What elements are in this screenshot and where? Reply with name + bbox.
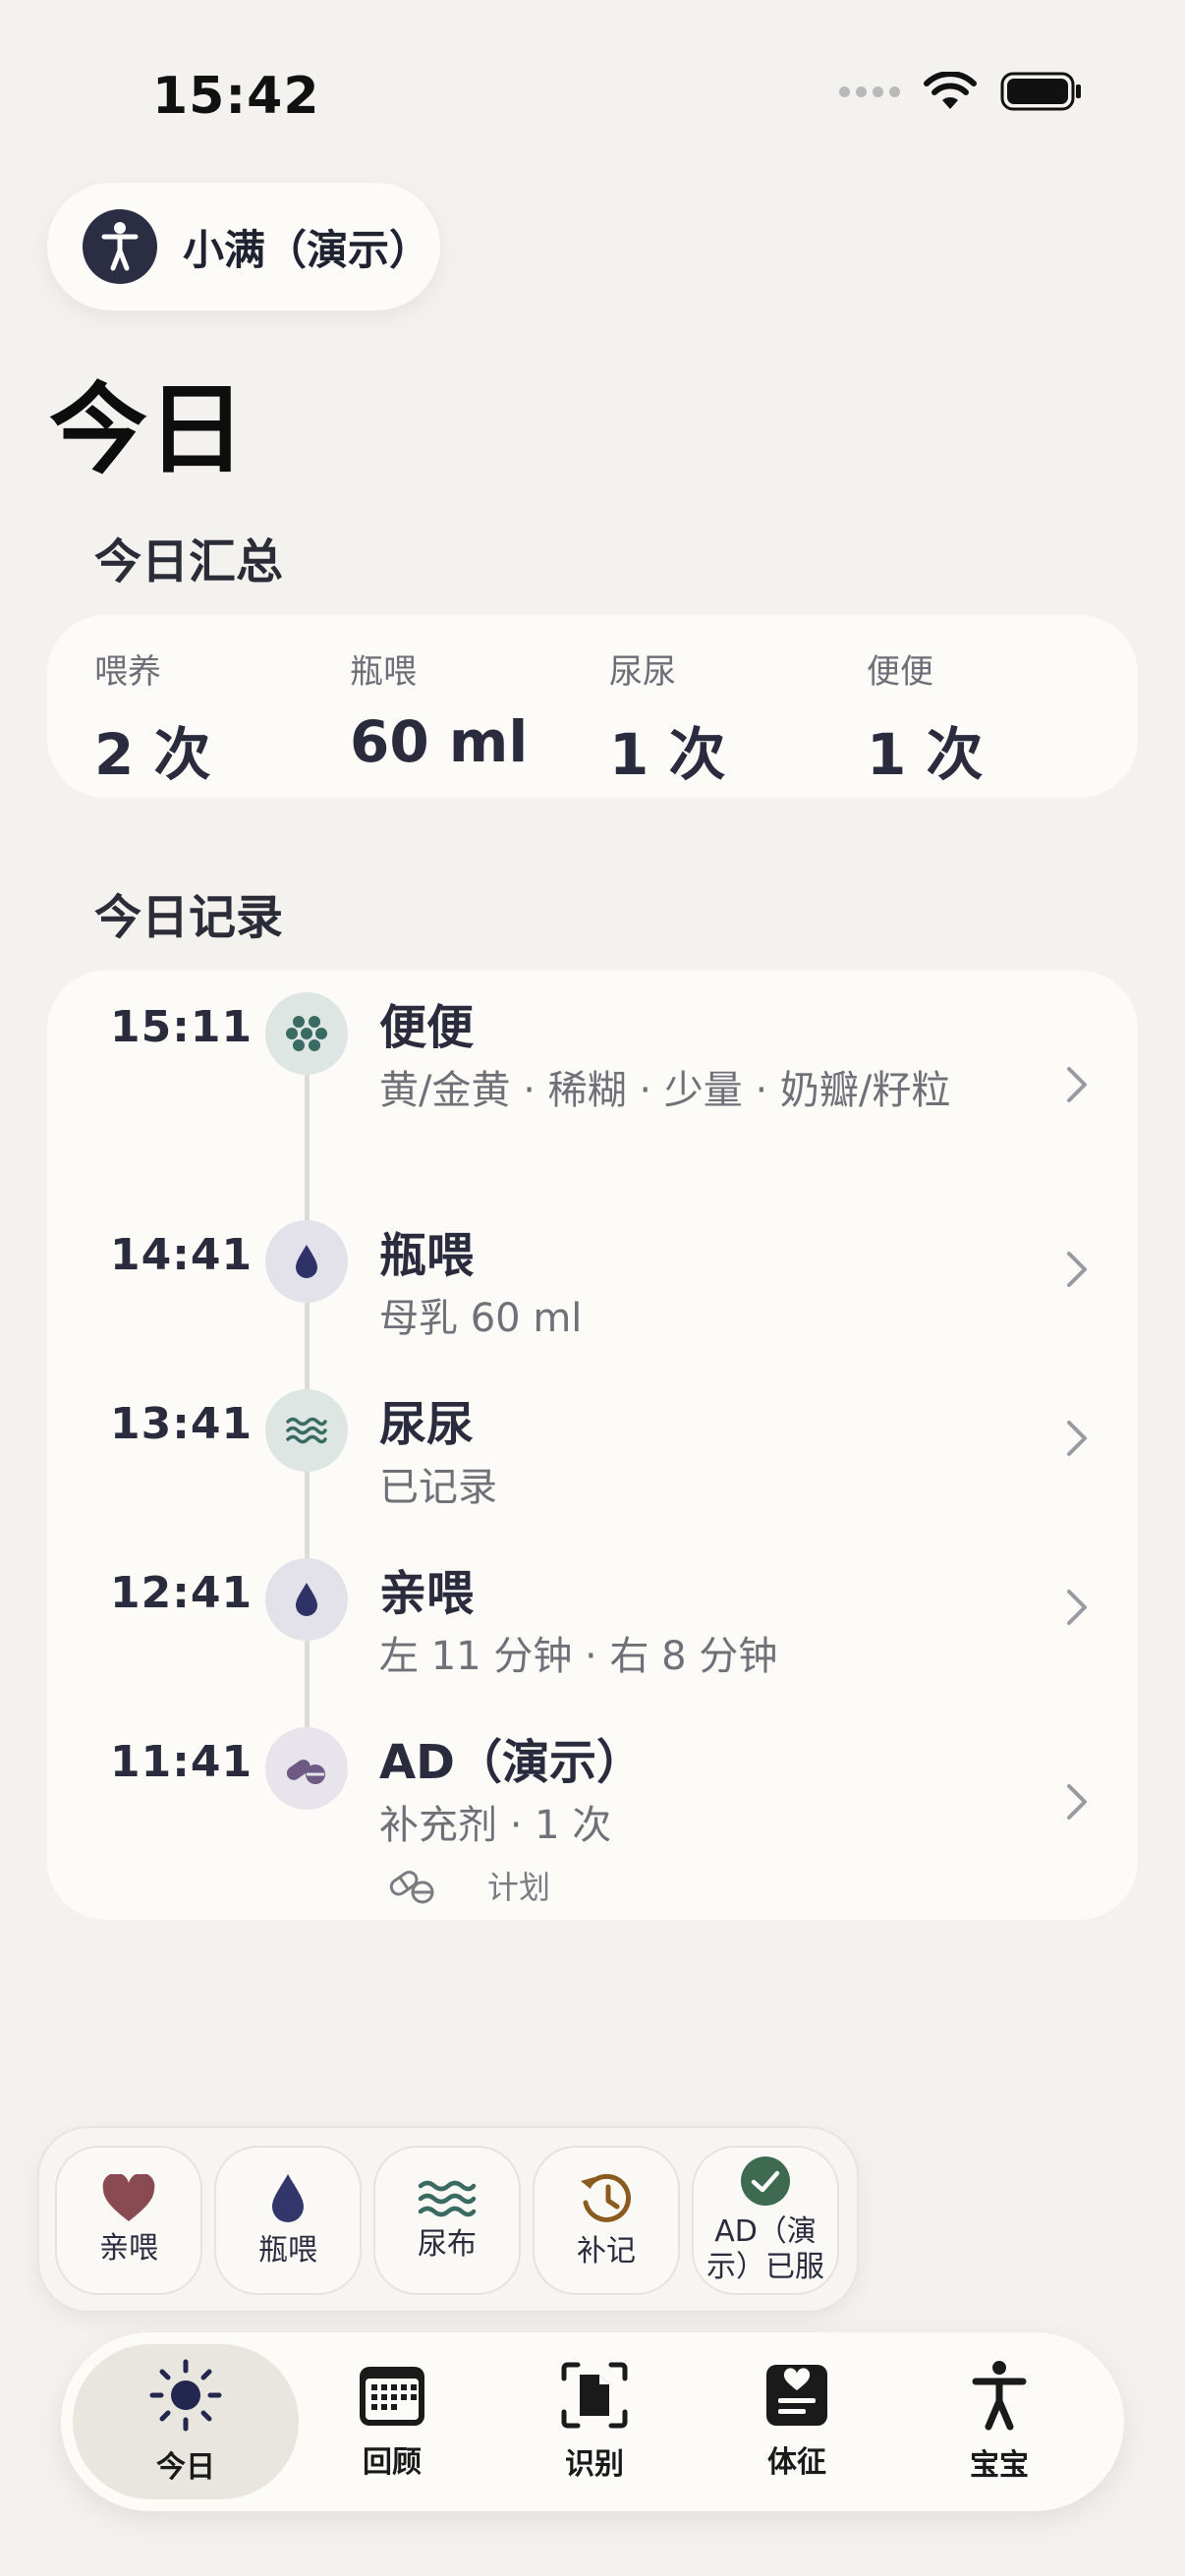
drop-icon — [272, 2174, 304, 2222]
summary-bottle: 瓶喂 60 ml — [350, 644, 528, 775]
baby-avatar — [83, 209, 157, 284]
quick-supplement-taken-button[interactable]: AD（演示）已服 — [692, 2146, 839, 2295]
baby-selector-button[interactable]: 小满（演示） — [47, 183, 440, 310]
battery-icon — [1000, 72, 1081, 111]
quick-diaper-button[interactable]: 尿布 — [373, 2146, 521, 2295]
poop-dots-icon — [265, 992, 348, 1075]
wifi-icon — [924, 72, 977, 109]
person-icon — [972, 2361, 1027, 2431]
summary-label: 便便 — [867, 652, 933, 692]
record-subtitle: 已记录 — [379, 1465, 497, 1510]
record-time: 14:41 — [110, 1230, 254, 1280]
waves-icon — [418, 2180, 477, 2217]
tab-review[interactable]: 回顾 — [279, 2344, 505, 2499]
record-row-poop[interactable]: 15:11 便便 黄/金黄 · 稀糊 · 少量 · 奶瓣/籽粒 — [47, 971, 1138, 1199]
quick-label: 亲喂 — [99, 2231, 158, 2266]
sun-icon — [149, 2359, 222, 2432]
summary-pee: 尿尿 1 次 — [609, 644, 726, 791]
check-circle-icon — [741, 2156, 790, 2206]
summary-section-title: 今日汇总 — [94, 534, 284, 589]
record-row-supplement[interactable]: 11:41 AD（演示） 补充剂 · 1 次 计划 — [47, 1706, 1138, 1920]
record-title: 亲喂 — [379, 1566, 475, 1621]
waves-icon — [265, 1389, 348, 1472]
record-row-breastfeed[interactable]: 12:41 亲喂 左 11 分钟 · 右 8 分钟 — [47, 1537, 1138, 1706]
scan-document-icon — [561, 2362, 628, 2429]
record-row-pee[interactable]: 13:41 尿尿 已记录 — [47, 1368, 1138, 1537]
summary-label: 尿尿 — [609, 652, 676, 692]
record-subtitle: 左 11 分钟 · 右 8 分钟 — [379, 1634, 778, 1679]
tab-label: 今日 — [156, 2450, 215, 2485]
records-section-title: 今日记录 — [94, 890, 284, 945]
record-title: AD（演示） — [379, 1735, 644, 1790]
status-icons — [839, 71, 1083, 112]
cellular-signal-icon — [839, 85, 900, 97]
plan-label: 计划 — [487, 1869, 551, 1906]
tab-label: 体征 — [767, 2445, 826, 2480]
vitals-icon — [766, 2365, 827, 2426]
record-subtitle: 补充剂 · 1 次 — [379, 1803, 612, 1848]
summary-value: 2 次 — [94, 721, 211, 788]
today-screen: 15:42 小满（演示） 今日 今日汇总 喂养 2 次 瓶喂 60 ml 尿尿 … — [0, 0, 1185, 2576]
summary-label: 瓶喂 — [350, 652, 417, 692]
summary-poop: 便便 1 次 — [867, 644, 984, 791]
quick-actions-bar: 亲喂 瓶喂 尿布 补记 AD（演示）已服 — [37, 2126, 859, 2313]
tab-label: 宝宝 — [970, 2448, 1029, 2483]
drop-icon — [265, 1558, 348, 1641]
status-time: 15:42 — [152, 67, 320, 126]
pills-outline-icon — [389, 1871, 434, 1904]
record-time: 11:41 — [110, 1737, 254, 1787]
plan-tag: 计划 — [387, 1863, 550, 1908]
tab-baby[interactable]: 宝宝 — [886, 2344, 1112, 2499]
page-title: 今日 — [49, 372, 246, 487]
record-row-bottle[interactable]: 14:41 瓶喂 母乳 60 ml — [47, 1199, 1138, 1368]
pills-icon — [265, 1727, 348, 1810]
quick-backfill-button[interactable]: 补记 — [533, 2146, 680, 2295]
tab-today[interactable]: 今日 — [73, 2344, 299, 2499]
tab-vitals[interactable]: 体征 — [684, 2344, 910, 2499]
history-icon — [581, 2173, 631, 2222]
record-title: 瓶喂 — [379, 1228, 475, 1283]
chevron-right-icon — [1067, 1784, 1087, 1820]
quick-bottle-button[interactable]: 瓶喂 — [214, 2146, 362, 2295]
record-subtitle: 母乳 60 ml — [379, 1296, 583, 1341]
chevron-right-icon — [1067, 1252, 1087, 1287]
tab-label: 回顾 — [363, 2445, 422, 2480]
summary-feeding: 喂养 2 次 — [94, 644, 211, 791]
summary-label: 喂养 — [94, 652, 161, 692]
record-time: 12:41 — [110, 1568, 254, 1618]
chevron-right-icon — [1067, 1067, 1087, 1102]
summary-value: 1 次 — [867, 721, 984, 788]
person-icon — [101, 222, 139, 271]
calendar-icon — [360, 2367, 424, 2426]
quick-label: 瓶喂 — [258, 2233, 317, 2268]
heart-icon — [102, 2174, 155, 2221]
record-time: 15:11 — [110, 1002, 254, 1052]
record-subtitle: 黄/金黄 · 稀糊 · 少量 · 奶瓣/籽粒 — [379, 1068, 951, 1113]
record-title: 尿尿 — [379, 1397, 475, 1452]
summary-value: 60 ml — [350, 708, 529, 775]
records-card: 15:11 便便 黄/金黄 · 稀糊 · 少量 · 奶瓣/籽粒 14:41 瓶喂… — [47, 971, 1138, 1920]
tab-scan[interactable]: 识别 — [481, 2344, 707, 2499]
summary-card: 喂养 2 次 瓶喂 60 ml 尿尿 1 次 便便 1 次 — [47, 615, 1138, 798]
chevron-right-icon — [1067, 1590, 1087, 1625]
tab-label: 识别 — [565, 2447, 624, 2482]
summary-value: 1 次 — [609, 721, 726, 788]
quick-breastfeed-button[interactable]: 亲喂 — [55, 2146, 202, 2295]
tab-bar: 今日 回顾 识别 体征 宝宝 — [61, 2332, 1124, 2511]
chevron-right-icon — [1067, 1421, 1087, 1456]
record-time: 13:41 — [110, 1399, 254, 1449]
record-title: 便便 — [379, 1000, 475, 1055]
baby-name: 小满（演示） — [183, 225, 431, 274]
quick-label: 尿布 — [418, 2227, 477, 2262]
quick-label: AD（演示）已服 — [706, 2214, 824, 2284]
quick-label: 补记 — [577, 2234, 636, 2268]
drop-icon — [265, 1220, 348, 1303]
